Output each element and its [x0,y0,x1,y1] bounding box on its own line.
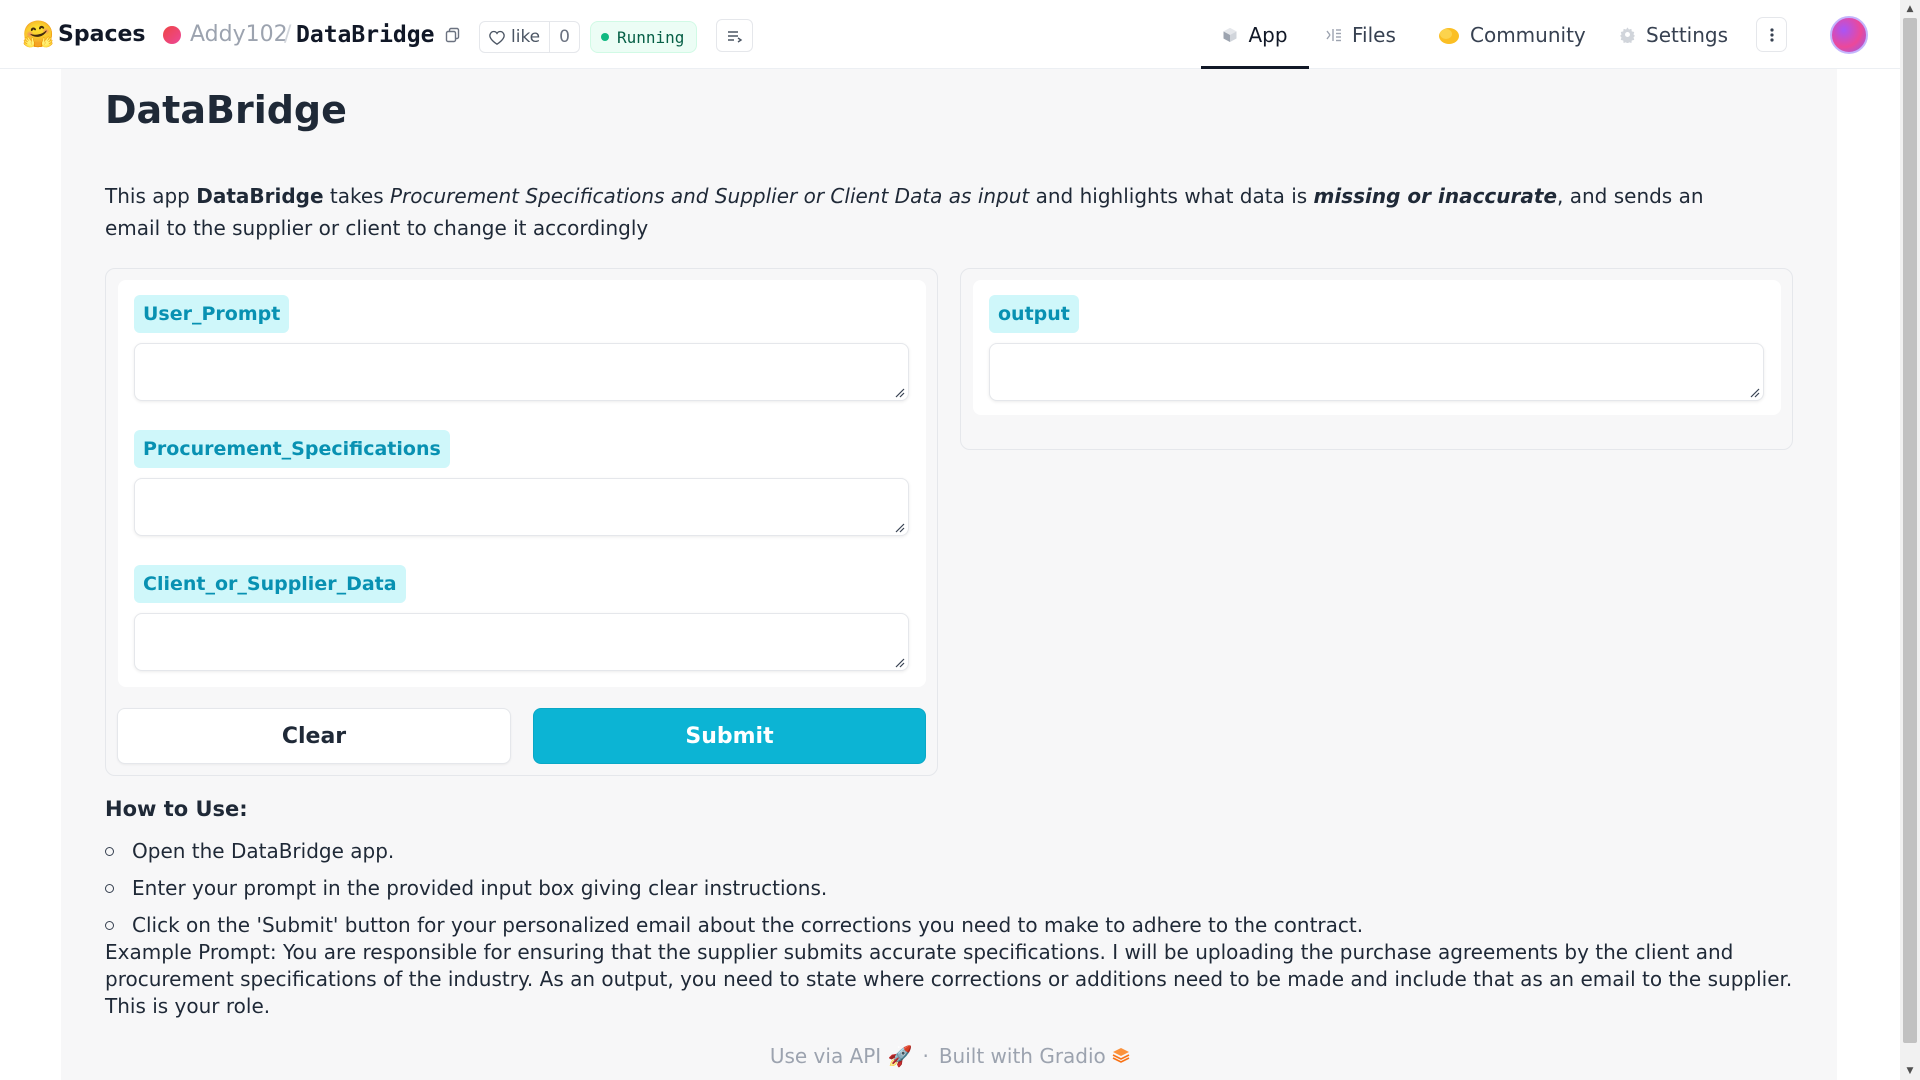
owner-link[interactable]: Addy102 [190,0,288,69]
more-options-button[interactable] [1756,17,1787,52]
use-via-api-link[interactable]: Use via API 🚀 [770,1044,913,1068]
procurement-specifications-label: Procurement_Specifications [134,430,450,468]
description-text: and highlights what data is [1029,184,1314,208]
like-count: 0 [559,27,570,47]
user-avatar[interactable] [1830,16,1868,54]
built-with-gradio-link[interactable]: Built with Gradio [939,1044,1130,1068]
logs-button[interactable] [716,19,753,52]
built-with-gradio-label: Built with Gradio [938,1044,1106,1068]
bullet-icon [105,847,114,856]
list-item: Open the DataBridge app. [105,835,1363,872]
footer-separator: · [922,1044,929,1068]
owner-avatar-icon [163,0,181,69]
scrollbar-thumb[interactable] [1903,18,1917,1043]
list-item-text: Click on the 'Submit' button for your pe… [132,913,1364,937]
bullet-icon [105,884,114,893]
heart-icon [489,30,505,45]
tab-app[interactable]: App [1201,0,1309,69]
description-text: takes [323,184,390,208]
tab-files-label: Files [1352,22,1396,47]
page-scrollbar[interactable]: ▲ ▼ [1900,0,1920,1080]
tab-settings-label: Settings [1646,22,1729,47]
app-description: This app DataBridge takes Procurement Sp… [105,180,1765,244]
app-title: DataBridge [105,88,347,132]
community-icon [1439,27,1459,44]
procurement-specifications-input[interactable] [134,478,909,536]
description-inputs: Procurement Specifications and Supplier … [389,184,1030,208]
cube-icon [1223,27,1237,42]
description-app-name: DataBridge [196,184,324,208]
logs-icon [727,30,742,43]
submit-button[interactable]: Submit [533,708,926,764]
client-or-supplier-data-label: Client_or_Supplier_Data [134,565,406,603]
hugging-face-logo-icon[interactable]: 🤗 [22,0,54,69]
gradio-logo-icon [1112,1048,1130,1063]
use-via-api-label: Use via API [769,1044,882,1068]
footer: Use via API 🚀 · Built with Gradio [0,1044,1900,1068]
list-item-text: Open the DataBridge app. [132,839,395,863]
scroll-up-arrow-icon[interactable]: ▲ [1900,0,1920,18]
like-button[interactable]: like 0 [479,21,580,53]
rocket-icon: 🚀 [887,1044,913,1068]
bullet-icon [105,921,114,930]
copy-icon[interactable] [445,0,461,69]
space-name-link[interactable]: DataBridge [296,0,434,69]
output-textbox[interactable] [989,343,1764,401]
list-item: Enter your prompt in the provided input … [105,872,1363,909]
description-text: This app [105,184,197,208]
like-label: like [511,27,541,47]
top-navbar: 🤗 Spaces Addy102 / DataBridge like 0 Run… [0,0,1900,69]
client-or-supplier-data-input[interactable] [134,613,909,671]
tab-community[interactable]: Community [1438,0,1586,69]
description-highlight: missing or inaccurate [1313,184,1558,208]
user-prompt-label: User_Prompt [134,295,290,333]
example-prompt: Example Prompt: You are responsible for … [105,940,1793,1018]
how-to-use-list: Open the DataBridge app. Enter your prom… [105,835,1363,946]
user-prompt-input[interactable] [134,343,909,401]
spaces-link[interactable]: Spaces [58,0,146,69]
output-label: output [989,295,1079,333]
how-to-use-heading: How to Use: [105,797,248,821]
tab-files[interactable]: Files [1326,0,1396,69]
tab-app-label: App [1248,22,1288,47]
status-text: Running [617,27,685,47]
status-badge[interactable]: Running [590,21,698,53]
path-separator: / [284,22,292,47]
vertical-dots-icon [1769,27,1774,42]
files-icon [1326,28,1341,41]
clear-button[interactable]: Clear [117,708,511,764]
status-dot-icon [601,33,609,41]
list-item-text: Enter your prompt in the provided input … [132,876,828,900]
scroll-down-arrow-icon[interactable]: ▼ [1900,1062,1920,1080]
tab-community-label: Community [1470,22,1586,47]
tab-settings[interactable]: Settings [1619,0,1728,69]
gear-icon [1620,27,1635,43]
